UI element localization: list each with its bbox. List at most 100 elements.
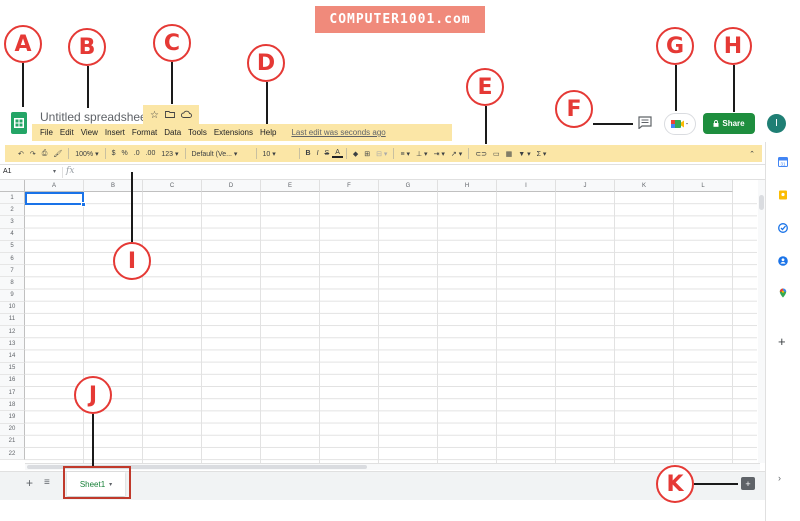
maps-icon[interactable]: [778, 285, 788, 298]
column-header[interactable]: H: [438, 180, 497, 192]
row-header[interactable]: 16: [0, 374, 25, 387]
menu-insert[interactable]: Insert: [105, 128, 125, 137]
star-icon[interactable]: ☆: [150, 110, 159, 121]
undo-icon[interactable]: ↶: [15, 150, 27, 158]
select-all-corner[interactable]: [0, 180, 25, 192]
column-header[interactable]: A: [25, 180, 84, 192]
increase-decimal-button[interactable]: .00: [143, 150, 159, 157]
row-header[interactable]: 15: [0, 362, 25, 375]
horizontal-align-icon[interactable]: ≡ ▾: [397, 150, 413, 158]
explore-icon[interactable]: +: [741, 477, 755, 490]
row-header[interactable]: 8: [0, 277, 25, 290]
add-icon[interactable]: +: [778, 335, 788, 348]
calendar-icon[interactable]: 31: [778, 154, 788, 167]
comment-icon[interactable]: [638, 116, 654, 130]
decrease-decimal-button[interactable]: .0: [131, 150, 143, 157]
row-header[interactable]: 21: [0, 435, 25, 448]
last-edit-link[interactable]: Last edit was seconds ago: [291, 128, 385, 137]
menu-help[interactable]: Help: [260, 128, 276, 137]
column-header[interactable]: E: [261, 180, 320, 192]
insert-chart-icon[interactable]: ▦: [503, 150, 516, 158]
column-header[interactable]: D: [202, 180, 261, 192]
column-header[interactable]: L: [674, 180, 733, 192]
functions-icon[interactable]: Σ ▾: [534, 150, 550, 158]
column-header[interactable]: G: [379, 180, 438, 192]
row-header[interactable]: 19: [0, 411, 25, 424]
strikethrough-icon[interactable]: S: [322, 150, 333, 157]
row-header[interactable]: 3: [0, 216, 25, 229]
row-header[interactable]: 7: [0, 265, 25, 278]
row-header[interactable]: 17: [0, 387, 25, 400]
chevron-right-icon[interactable]: ›: [778, 473, 788, 483]
text-rotation-icon[interactable]: ↗ ▾: [448, 150, 465, 158]
menu-tools[interactable]: Tools: [188, 128, 207, 137]
filter-icon[interactable]: ▼ ▾: [515, 150, 533, 158]
row-header[interactable]: 6: [0, 252, 25, 266]
insert-link-icon[interactable]: ⊂⊃: [472, 150, 490, 158]
paint-format-icon[interactable]: 🖌: [50, 150, 65, 158]
folder-move-icon[interactable]: [165, 110, 175, 121]
column-header[interactable]: I: [497, 180, 556, 192]
column-header[interactable]: B: [84, 180, 143, 192]
text-wrapping-icon[interactable]: ⇥ ▾: [431, 150, 448, 158]
menu-file[interactable]: File: [40, 128, 53, 137]
menu-edit[interactable]: Edit: [60, 128, 74, 137]
menu-view[interactable]: View: [81, 128, 98, 137]
merge-cells-icon[interactable]: ⊟ ▾: [373, 150, 390, 158]
more-formats-select[interactable]: 123 ▾: [158, 150, 181, 158]
fill-color-icon[interactable]: ◆: [350, 150, 361, 158]
percent-format-button[interactable]: %: [119, 150, 131, 157]
vertical-scroll-thumb[interactable]: [759, 195, 764, 210]
italic-icon[interactable]: I: [314, 150, 322, 157]
row-header[interactable]: 5: [0, 240, 25, 253]
keep-icon[interactable]: [778, 187, 788, 200]
font-size-select[interactable]: 10 ▾: [260, 150, 296, 158]
row-header[interactable]: 13: [0, 338, 25, 351]
menu-extensions[interactable]: Extensions: [214, 128, 253, 137]
currency-format-button[interactable]: $: [109, 150, 119, 157]
name-box[interactable]: A1: [3, 168, 58, 175]
row-header[interactable]: 18: [0, 399, 25, 412]
row-header[interactable]: 14: [0, 350, 25, 363]
collapse-toolbar-icon[interactable]: ⌃: [746, 150, 758, 158]
add-sheet-icon[interactable]: +: [26, 476, 33, 490]
zoom-select[interactable]: 100% ▾: [72, 150, 101, 158]
row-header[interactable]: 20: [0, 423, 25, 436]
tasks-icon[interactable]: [778, 220, 788, 233]
row-header[interactable]: 1: [0, 192, 25, 205]
print-icon[interactable]: ⎙: [39, 150, 51, 158]
column-header[interactable]: J: [556, 180, 615, 192]
all-sheets-icon[interactable]: ≡: [44, 477, 50, 488]
column-header[interactable]: K: [615, 180, 674, 192]
contacts-icon[interactable]: [778, 253, 788, 266]
menu-format[interactable]: Format: [132, 128, 157, 137]
row-header[interactable]: 2: [0, 204, 25, 217]
row-header[interactable]: 4: [0, 228, 25, 241]
meet-icon[interactable]: [664, 113, 696, 135]
font-select[interactable]: Default (Ve... ▾: [189, 150, 253, 158]
active-cell-a1[interactable]: [25, 192, 84, 205]
share-button[interactable]: Share: [703, 113, 755, 134]
cell-area[interactable]: [25, 192, 757, 463]
column-header[interactable]: C: [143, 180, 202, 192]
bold-icon[interactable]: B: [303, 150, 314, 157]
fill-handle[interactable]: [81, 202, 86, 207]
borders-icon[interactable]: ⊞: [361, 150, 373, 158]
vertical-scrollbar[interactable]: [758, 180, 765, 463]
insert-comment-icon[interactable]: ▭: [490, 150, 503, 158]
redo-icon[interactable]: ↷: [27, 150, 39, 158]
row-header[interactable]: 22: [0, 447, 25, 461]
column-header[interactable]: F: [320, 180, 379, 192]
row-header[interactable]: 12: [0, 326, 25, 339]
row-header[interactable]: 9: [0, 289, 25, 302]
sheets-logo-icon[interactable]: [11, 112, 27, 134]
avatar[interactable]: I: [767, 114, 786, 133]
text-color-icon[interactable]: A: [332, 149, 343, 158]
document-title[interactable]: Untitled spreadsheet: [40, 110, 150, 124]
row-header[interactable]: 11: [0, 313, 25, 327]
menu-data[interactable]: Data: [164, 128, 181, 137]
chevron-down-icon[interactable]: ▾: [53, 168, 56, 175]
row-header[interactable]: 10: [0, 301, 25, 314]
cloud-status-icon[interactable]: [180, 110, 192, 121]
vertical-align-icon[interactable]: ⊥ ▾: [413, 150, 431, 158]
